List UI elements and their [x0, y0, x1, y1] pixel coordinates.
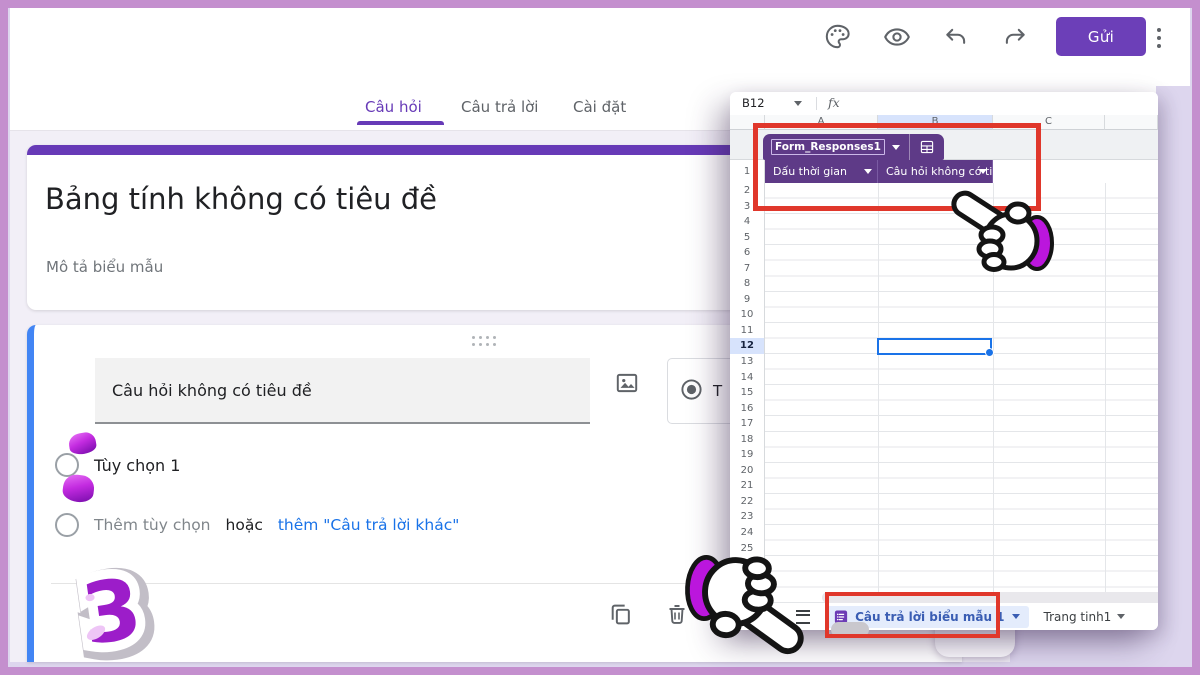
row-header[interactable]: 17: [730, 416, 764, 432]
pointing-hand-icon: [945, 183, 1057, 283]
row-header[interactable]: 13: [730, 354, 764, 370]
tab-questions[interactable]: Câu hỏi: [365, 98, 422, 116]
row-header[interactable]: 23: [730, 509, 764, 525]
form-description[interactable]: Mô tả biểu mẫu: [46, 258, 163, 276]
radio-icon: [55, 513, 79, 537]
redo-button[interactable]: [1000, 25, 1030, 55]
row-header[interactable]: 10: [730, 307, 764, 323]
add-other-answer-link[interactable]: thêm "Câu trả lời khác": [278, 516, 460, 534]
undo-icon: [943, 25, 969, 55]
question-title-input[interactable]: Câu hỏi không có tiêu đề: [95, 358, 590, 424]
row-header[interactable]: 6: [730, 245, 764, 261]
other-sheet-tab-label: Trang tinh1: [1044, 610, 1112, 624]
formula-fx-icon: fx: [828, 95, 840, 110]
palette-icon: [824, 23, 851, 54]
tab-responses[interactable]: Câu trả lời: [461, 98, 538, 116]
row-header[interactable]: 12: [730, 338, 764, 354]
question-type-label: T: [713, 382, 722, 400]
option-row-1: Tùy chọn 1: [55, 453, 180, 477]
form-title[interactable]: Bảng tính không có tiêu đề: [45, 182, 437, 216]
background-strip: [1156, 86, 1192, 662]
row-header[interactable]: 14: [730, 370, 764, 386]
row-headers[interactable]: 2345678910111213141516171819202122232425…: [730, 183, 765, 603]
gridline: [878, 183, 879, 603]
row-header[interactable]: 4: [730, 214, 764, 230]
row-header[interactable]: 16: [730, 401, 764, 417]
eye-icon: [883, 23, 911, 55]
duplicate-button[interactable]: [605, 601, 635, 631]
row-header[interactable]: 21: [730, 478, 764, 494]
add-option-link[interactable]: Thêm tùy chọn: [94, 516, 211, 534]
kebab-menu-icon[interactable]: [1150, 22, 1168, 54]
column-header-d[interactable]: [1105, 115, 1158, 130]
row-header[interactable]: 5: [730, 230, 764, 246]
toolbar-divider: [816, 97, 817, 110]
option-1-label[interactable]: Tùy chọn 1: [94, 456, 180, 475]
screenshot-frame: Gửi Câu hỏi Câu trả lời Cài đặt Bảng tín…: [0, 0, 1200, 675]
row-header[interactable]: 11: [730, 323, 764, 339]
row-header[interactable]: 22: [730, 494, 764, 510]
send-button[interactable]: Gửi: [1056, 17, 1146, 56]
row-header[interactable]: 18: [730, 432, 764, 448]
option-row-add: Thêm tùy chọn hoặc thêm "Câu trả lời khá…: [55, 513, 459, 537]
row-header[interactable]: 15: [730, 385, 764, 401]
background-strip: [1010, 629, 1192, 662]
fill-handle[interactable]: [985, 348, 994, 357]
row-header[interactable]: 8: [730, 276, 764, 292]
active-tab-indicator: [357, 121, 444, 125]
tab-settings[interactable]: Cài đặt: [573, 98, 626, 116]
chevron-down-icon[interactable]: [1117, 614, 1125, 619]
pointing-hand-icon: [678, 543, 816, 661]
selected-cell-b12[interactable]: [877, 338, 992, 355]
preview-button[interactable]: [882, 24, 912, 54]
redo-icon: [1002, 25, 1028, 55]
row-header[interactable]: 19: [730, 447, 764, 463]
conjunction-text: hoặc: [226, 516, 263, 534]
radio-type-icon: [680, 378, 703, 405]
row-header[interactable]: 7: [730, 261, 764, 277]
undo-button[interactable]: [941, 25, 971, 55]
step-number-badge: 3 3: [53, 556, 171, 666]
theme-button[interactable]: [822, 23, 852, 53]
drag-handle[interactable]: [472, 336, 500, 350]
chevron-down-icon[interactable]: [1012, 614, 1020, 619]
row-header[interactable]: 20: [730, 463, 764, 479]
row-header[interactable]: 9: [730, 292, 764, 308]
duplicate-icon: [608, 602, 633, 631]
gridline: [1105, 183, 1106, 603]
cell-name-box[interactable]: B12: [742, 96, 765, 110]
sheet-tab-other[interactable]: Trang tinh1: [1044, 610, 1126, 624]
image-icon: [614, 370, 640, 400]
add-image-button[interactable]: [612, 370, 642, 400]
highlight-rect-sheet-tab: [825, 592, 1000, 638]
radio-icon: [55, 453, 79, 477]
row-header[interactable]: 24: [730, 525, 764, 541]
chevron-down-icon[interactable]: [794, 101, 802, 106]
